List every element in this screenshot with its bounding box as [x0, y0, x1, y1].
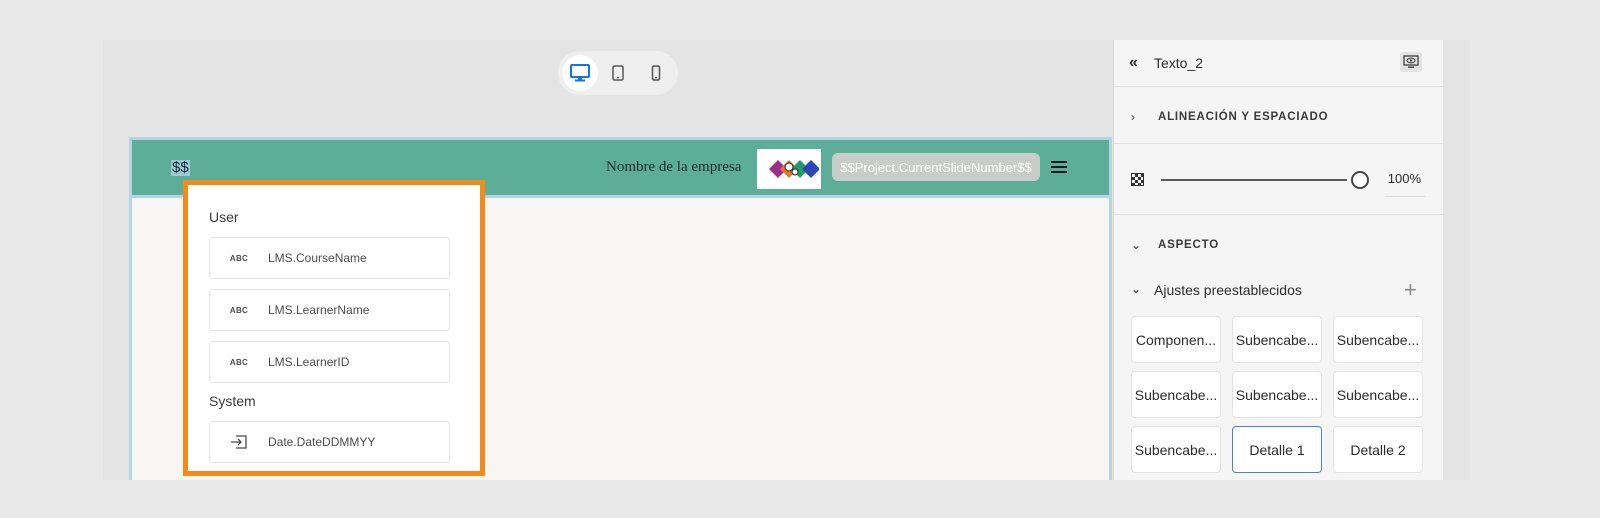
section-appearance[interactable]: ⌄ ASPECTO: [1114, 235, 1444, 255]
menu-line: [1051, 161, 1067, 163]
text-variable-icon: ABC: [229, 305, 249, 315]
company-logo[interactable]: [757, 149, 821, 189]
properties-header: « Texto_2: [1114, 40, 1444, 87]
mobile-view-button[interactable]: [638, 55, 674, 91]
variable-item[interactable]: Date.DateDDMMYY: [209, 421, 450, 463]
variable-name: LMS.LearnerID: [268, 355, 350, 369]
mobile-icon: [651, 65, 661, 81]
add-preset-icon[interactable]: +: [1404, 277, 1417, 303]
section-alignment[interactable]: › ALINEACIÓN Y ESPACIADO: [1114, 107, 1444, 127]
desktop-view-button[interactable]: [562, 55, 598, 91]
desktop-icon: [570, 64, 590, 82]
opacity-field-underline: [1385, 196, 1425, 197]
menu-line: [1051, 171, 1067, 173]
chevron-down-icon: ⌄: [1131, 282, 1142, 296]
opacity-slider-track[interactable]: [1161, 179, 1347, 181]
variable-name: Date.DateDDMMYY: [268, 435, 376, 449]
opacity-value[interactable]: 100%: [1385, 171, 1421, 186]
object-name: Texto_2: [1154, 55, 1204, 71]
variable-name: LMS.CourseName: [268, 251, 367, 265]
text-placeholder[interactable]: $$: [171, 160, 190, 176]
variables-popup: User ABC LMS.CourseName ABC LMS.LearnerN…: [183, 180, 485, 476]
preview-icon[interactable]: [1400, 52, 1422, 72]
import-icon: [210, 435, 268, 449]
preset-grid: Componen... Subencabe... Subencabe... Su…: [1131, 316, 1427, 473]
presets-header[interactable]: ⌄ Ajustes preestablecidos +: [1114, 277, 1444, 302]
group-label-user: User: [209, 209, 239, 225]
preset-tile[interactable]: Detalle 2: [1333, 426, 1423, 473]
text-variable-icon: ABC: [229, 357, 249, 367]
preset-tile[interactable]: Subencabe...: [1333, 371, 1423, 418]
preset-tile-selected[interactable]: Detalle 1: [1232, 426, 1322, 473]
variable-item[interactable]: ABC LMS.CourseName: [209, 237, 450, 279]
opacity-slider-thumb[interactable]: [1351, 171, 1369, 189]
divider: [1114, 214, 1444, 215]
preset-tile[interactable]: Subencabe...: [1131, 426, 1221, 473]
presets-label: Ajustes preestablecidos: [1154, 282, 1302, 298]
chevron-right-icon: ›: [1131, 110, 1135, 124]
tablet-view-button[interactable]: [600, 55, 636, 91]
opacity-control: 100%: [1131, 168, 1431, 197]
preset-tile[interactable]: Subencabe...: [1333, 316, 1423, 363]
chevron-down-icon: ⌄: [1131, 238, 1142, 252]
app-window: $$ Nombre de la empresa $$Project.Curren…: [103, 40, 1470, 480]
tablet-icon: [612, 65, 624, 81]
device-toggle: [558, 51, 678, 95]
collapse-panel-icon[interactable]: «: [1129, 54, 1138, 72]
variable-name: LMS.LearnerName: [268, 303, 370, 317]
text-variable-icon: ABC: [229, 253, 249, 263]
section-label: ALINEACIÓN Y ESPACIADO: [1158, 111, 1329, 123]
transparency-icon: [1131, 173, 1144, 186]
variable-item[interactable]: ABC LMS.LearnerID: [209, 341, 450, 383]
preset-tile[interactable]: Subencabe...: [1232, 316, 1322, 363]
preset-tile[interactable]: Subencabe...: [1232, 371, 1322, 418]
divider: [1114, 143, 1444, 144]
menu-line: [1051, 166, 1067, 168]
group-label-system: System: [209, 393, 256, 409]
variable-item[interactable]: ABC LMS.LearnerName: [209, 289, 450, 331]
preset-tile[interactable]: Componen...: [1131, 316, 1221, 363]
properties-panel: « Texto_2 › ALINEACIÓN Y ESPACIADO 100% …: [1113, 40, 1444, 480]
section-label: ASPECTO: [1158, 239, 1219, 251]
company-name[interactable]: Nombre de la empresa: [606, 159, 741, 176]
logo-icon: [769, 160, 819, 178]
menu-icon[interactable]: [1051, 159, 1067, 175]
slide-number-field[interactable]: $$Project.CurrentSlideNumber$$: [832, 153, 1040, 181]
preset-tile[interactable]: Subencabe...: [1131, 371, 1221, 418]
